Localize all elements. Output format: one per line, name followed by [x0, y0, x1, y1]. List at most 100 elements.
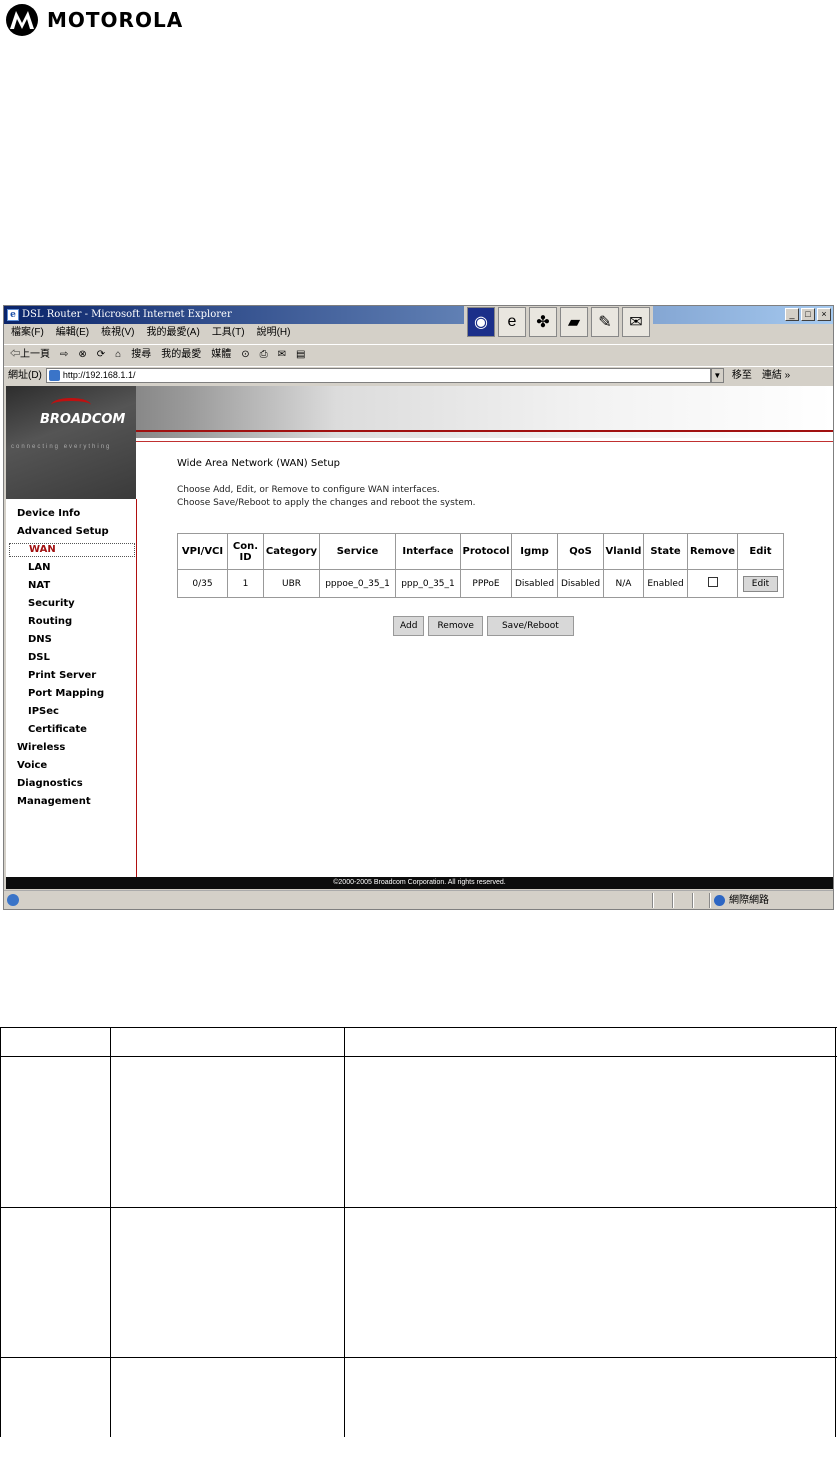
- sidebar-item-certificate[interactable]: Certificate: [28, 724, 87, 735]
- column-header: Con. ID: [227, 533, 264, 570]
- sidebar-item-ipsec[interactable]: IPSec: [28, 706, 59, 717]
- address-dropdown-icon[interactable]: ▼: [710, 368, 724, 383]
- table-rule: [0, 1056, 837, 1057]
- table-cell: ppp_0_35_1: [395, 569, 461, 598]
- page-icon: [48, 370, 60, 381]
- media-player-icon[interactable]: ◉: [467, 307, 495, 337]
- favorites-button[interactable]: 我的最愛: [161, 345, 201, 364]
- mail-button[interactable]: ✉: [278, 345, 286, 364]
- history-button[interactable]: ⊙: [241, 345, 249, 364]
- table-cell: PPPoE: [460, 569, 512, 598]
- browser-window: e DSL Router - Microsoft Internet Explor…: [3, 305, 834, 910]
- edit-button[interactable]: Edit: [742, 575, 779, 592]
- broadcom-logo: BROADCOM: [40, 412, 126, 427]
- links-button[interactable]: 連結 »: [762, 367, 790, 385]
- refresh-button[interactable]: ⟳: [97, 345, 105, 364]
- sidebar-item-dns[interactable]: DNS: [28, 634, 52, 645]
- menu-tools[interactable]: 工具(T): [212, 324, 245, 342]
- edit-page-button[interactable]: ▤: [296, 345, 305, 364]
- address-label: 網址(D): [8, 369, 42, 381]
- home-button[interactable]: ⌂: [115, 345, 121, 364]
- go-button[interactable]: 移至: [732, 367, 752, 385]
- toolbar-icon-strip: ◉ e ✤ ▰ ✎ ✉: [464, 306, 653, 340]
- menu-favorites[interactable]: 我的最愛(A): [146, 324, 199, 342]
- motorola-wordmark: MOTOROLA: [47, 8, 184, 32]
- search-button[interactable]: 搜尋: [131, 345, 151, 364]
- paper-icon[interactable]: ✉: [622, 307, 650, 337]
- motorola-batwing-icon: [6, 4, 38, 36]
- media-button[interactable]: 媒體: [211, 345, 231, 364]
- column-header: VlanId: [603, 533, 644, 570]
- page-status-icon: [7, 894, 19, 906]
- table-cell: N/A: [603, 569, 644, 598]
- sidebar-item-diagnostics[interactable]: Diagnostics: [17, 778, 83, 789]
- back-button[interactable]: ⇦上一頁: [10, 345, 50, 364]
- sidebar-item-dsl[interactable]: DSL: [28, 652, 50, 663]
- sidebar-item-device-info[interactable]: Device Info: [17, 508, 80, 519]
- table-rule: [0, 1357, 837, 1358]
- pen-icon[interactable]: ✎: [591, 307, 619, 337]
- address-input[interactable]: http://192.168.1.1/: [45, 368, 711, 383]
- sidebar-item-print-server[interactable]: Print Server: [28, 670, 96, 681]
- remove-cell: [687, 569, 738, 598]
- column-header: QoS: [557, 533, 604, 570]
- window-title: DSL Router - Microsoft Internet Explorer: [22, 309, 232, 320]
- maximize-button[interactable]: □: [801, 308, 815, 321]
- menu-view[interactable]: 檢視(V): [101, 324, 134, 342]
- close-button[interactable]: ×: [817, 308, 831, 321]
- sidebar-item-management[interactable]: Management: [17, 796, 91, 807]
- wan-table: VPI/VCI Con. ID Category Service Interfa…: [177, 533, 784, 598]
- sidebar-item-wireless[interactable]: Wireless: [17, 742, 65, 753]
- sidebar-item-wan[interactable]: WAN: [9, 543, 135, 557]
- broadcom-arc-icon: [51, 398, 91, 412]
- column-header: State: [643, 533, 688, 570]
- menu-bar: 檔案(F) 編輯(E) 檢視(V) 我的最愛(A) 工具(T) 說明(H): [4, 324, 459, 342]
- globe-icon: [714, 894, 725, 906]
- menu-edit[interactable]: 編輯(E): [56, 324, 89, 342]
- save-reboot-button[interactable]: Save/Reboot: [486, 616, 574, 636]
- motorola-logo: MOTOROLA: [5, 3, 183, 37]
- sidebar-nav: Device Info Advanced Setup WAN LAN NAT S…: [6, 499, 137, 877]
- sidebar-item-port-mapping[interactable]: Port Mapping: [28, 688, 104, 699]
- menu-help[interactable]: 說明(H): [257, 324, 291, 342]
- broadcom-logo-block: BROADCOM connecting everything: [6, 386, 136, 499]
- forward-button[interactable]: ⇨: [60, 345, 68, 364]
- column-header: Category: [263, 533, 320, 570]
- table-row: 0/35 1 UBR pppoe_0_35_1 ppp_0_35_1 PPPoE…: [177, 569, 784, 598]
- banner-divider: [136, 430, 833, 432]
- security-zone: 網際網路: [714, 893, 769, 908]
- folder-icon[interactable]: ▰: [560, 307, 588, 337]
- network-icon[interactable]: ✤: [529, 307, 557, 337]
- broadcom-tagline: connecting everything: [11, 444, 112, 450]
- minimize-button[interactable]: _: [785, 308, 799, 321]
- window-controls: _ □ ×: [785, 308, 831, 321]
- sidebar-item-lan[interactable]: LAN: [28, 562, 50, 573]
- sidebar-item-nat[interactable]: NAT: [28, 580, 50, 591]
- table-rule: [0, 1027, 837, 1028]
- stop-button[interactable]: ⊗: [78, 345, 86, 364]
- table-rule: [835, 1027, 836, 1437]
- sidebar-item-routing[interactable]: Routing: [28, 616, 72, 627]
- action-buttons: Add Remove Save/Reboot: [393, 616, 574, 636]
- column-header: Service: [319, 533, 396, 570]
- table-cell: Enabled: [643, 569, 688, 598]
- print-button[interactable]: ⎙: [260, 345, 268, 364]
- ie-icon: e: [7, 309, 19, 321]
- status-divider: [692, 893, 694, 908]
- column-header: Protocol: [460, 533, 512, 570]
- sidebar-item-security[interactable]: Security: [28, 598, 75, 609]
- copyright-bar: ©2000-2005 Broadcom Corporation. All rig…: [6, 877, 833, 889]
- sidebar-item-advanced-setup[interactable]: Advanced Setup: [17, 526, 109, 537]
- add-button[interactable]: Add: [393, 616, 425, 636]
- status-divider: [709, 893, 711, 908]
- table-cell: 0/35: [177, 569, 228, 598]
- sidebar-item-voice[interactable]: Voice: [17, 760, 47, 771]
- document-page: MOTOROLA e DSL Router - Microsoft Intern…: [0, 0, 837, 1464]
- column-header: VPI/VCI: [177, 533, 228, 570]
- remove-button[interactable]: Remove: [428, 616, 483, 636]
- internet-explorer-icon[interactable]: e: [498, 307, 526, 337]
- menu-file[interactable]: 檔案(F): [11, 324, 44, 342]
- table-cell: 1: [227, 569, 264, 598]
- status-divider: [672, 893, 674, 908]
- remove-checkbox[interactable]: [707, 577, 718, 587]
